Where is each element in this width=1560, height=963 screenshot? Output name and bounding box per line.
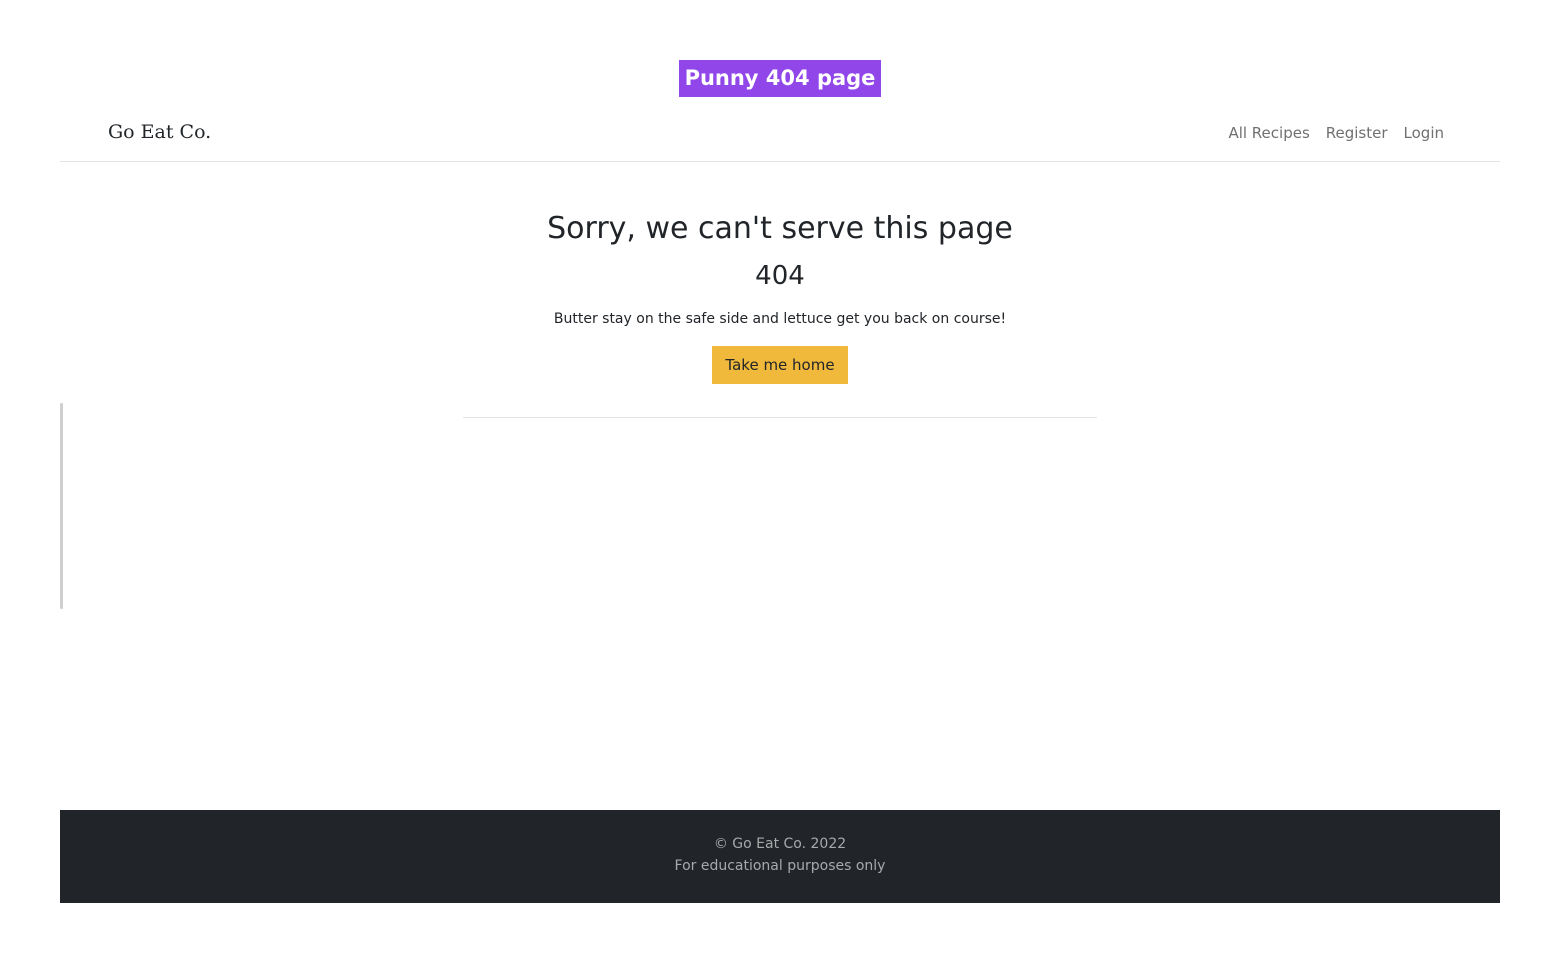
error-title: Sorry, we can't serve this page — [547, 211, 1013, 246]
scroll-indicator — [60, 403, 63, 609]
error-code: 404 — [755, 261, 805, 291]
footer: © Go Eat Co. 2022 For educational purpos… — [60, 810, 1500, 903]
take-me-home-button[interactable]: Take me home — [712, 346, 848, 384]
nav-link-all-recipes[interactable]: All Recipes — [1228, 124, 1309, 142]
footer-note: For educational purposes only — [674, 858, 886, 874]
content-divider — [463, 417, 1097, 418]
brand-link[interactable]: Go Eat Co. — [108, 121, 211, 143]
nav-links: All Recipes Register Login — [1228, 124, 1444, 142]
error-content: Sorry, we can't serve this page 404 Butt… — [0, 206, 1560, 384]
nav-link-login[interactable]: Login — [1404, 124, 1444, 142]
navbar: Go Eat Co. All Recipes Register Login — [60, 108, 1500, 162]
caption-banner: Punny 404 page — [678, 60, 882, 97]
error-message: Butter stay on the safe side and lettuce… — [553, 311, 1007, 327]
caption-banner-wrap: Punny 404 page — [0, 60, 1560, 97]
footer-copyright: © Go Eat Co. 2022 — [713, 836, 847, 852]
nav-link-register[interactable]: Register — [1326, 124, 1388, 142]
